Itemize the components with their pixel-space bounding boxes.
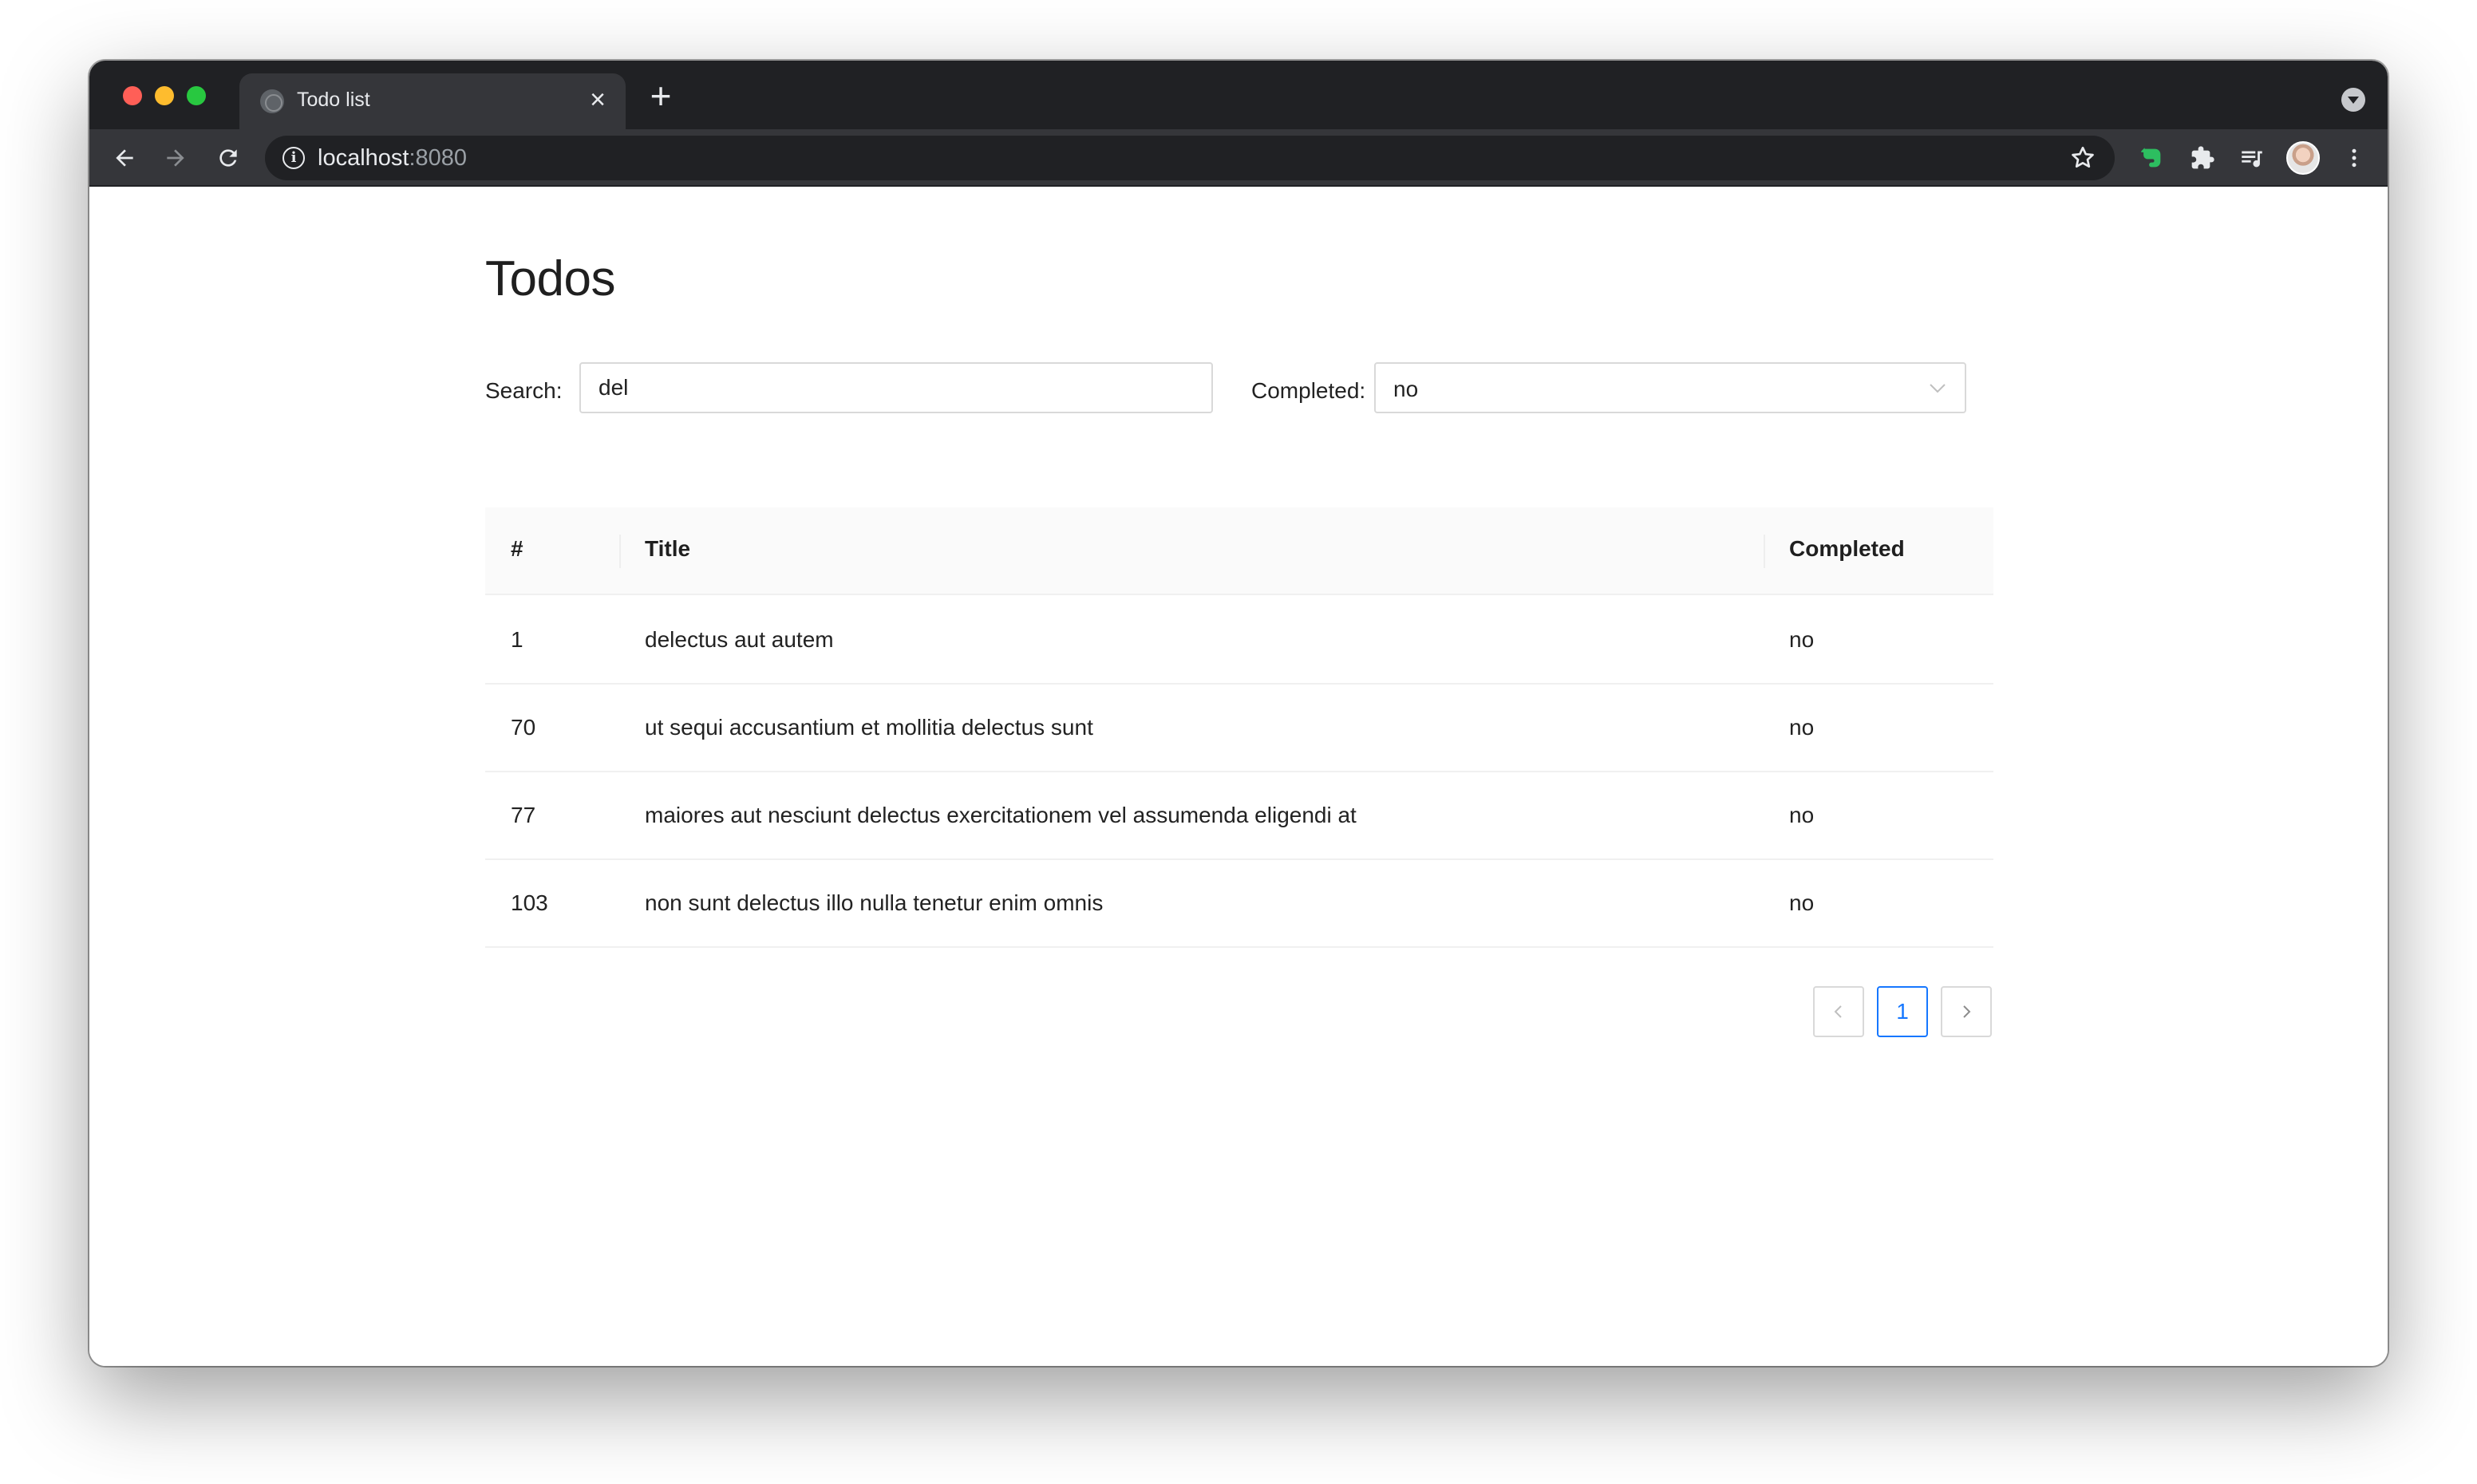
puzzle-icon[interactable] (2185, 140, 2220, 176)
tab-title: Todo list (297, 89, 370, 111)
forward-arrow-icon[interactable] (156, 139, 195, 177)
pagination-next-button[interactable] (1941, 986, 1992, 1037)
star-icon[interactable] (2068, 144, 2097, 172)
table-row[interactable]: 103 non sunt delectus illo nulla tenetur… (485, 860, 1993, 948)
table-row[interactable]: 77 maiores aut nesciunt delectus exercit… (485, 772, 1993, 860)
browser-window: Todo list × + i localhost:8080 Todos Sea… (89, 61, 2388, 1366)
row-id: 103 (511, 890, 548, 915)
page-content: Todos Search: Completed: no # Title Comp… (89, 187, 2388, 1366)
profile-avatar[interactable] (2285, 140, 2321, 176)
row-completed: no (1789, 715, 1815, 740)
pagination-prev-button[interactable] (1813, 986, 1864, 1037)
search-input[interactable] (579, 362, 1213, 413)
browser-toolbar: i localhost:8080 (89, 129, 2388, 187)
completed-select-value: no (1393, 377, 1419, 401)
row-completed: no (1789, 627, 1815, 652)
tab-search-dropdown-icon[interactable] (2341, 88, 2365, 112)
close-window-button[interactable] (123, 86, 142, 105)
back-arrow-icon[interactable] (105, 139, 144, 177)
minimize-window-button[interactable] (155, 86, 174, 105)
tab-close-icon[interactable]: × (584, 86, 611, 113)
column-header-id[interactable]: # (511, 536, 523, 562)
table-row[interactable]: 1 delectus aut autem no (485, 597, 1993, 685)
row-title: delectus aut autem (645, 627, 834, 652)
maximize-window-button[interactable] (187, 86, 206, 105)
completed-select[interactable]: no (1374, 362, 1966, 413)
globe-icon (260, 89, 284, 113)
row-id: 70 (511, 715, 536, 740)
info-icon[interactable]: i (282, 147, 305, 169)
address-bar[interactable]: i localhost:8080 (265, 136, 2115, 180)
row-id: 77 (511, 803, 536, 827)
column-divider (619, 535, 621, 568)
row-title: ut sequi accusantium et mollitia delectu… (645, 715, 1093, 740)
media-control-icon[interactable] (2234, 140, 2270, 176)
row-completed: no (1789, 803, 1815, 827)
row-id: 1 (511, 627, 523, 652)
pagination-page-1[interactable]: 1 (1877, 986, 1928, 1037)
row-completed: no (1789, 890, 1815, 915)
completed-label: Completed: (1251, 378, 1366, 403)
column-header-title[interactable]: Title (645, 536, 690, 562)
reload-icon[interactable] (209, 139, 247, 177)
kebab-menu-icon[interactable] (2337, 140, 2372, 176)
tab-strip: Todo list × + (89, 61, 2388, 129)
evernote-icon[interactable] (2134, 140, 2169, 176)
column-header-completed[interactable]: Completed (1789, 536, 1905, 562)
table-header: # Title Completed (485, 507, 1993, 595)
column-divider (1764, 535, 1765, 568)
page-title: Todos (485, 251, 615, 306)
chevron-down-icon (1928, 380, 1947, 396)
new-tab-button[interactable]: + (643, 77, 678, 115)
row-title: non sunt delectus illo nulla tenetur eni… (645, 890, 1104, 915)
browser-tab[interactable]: Todo list × (239, 73, 626, 129)
search-label: Search: (485, 378, 563, 403)
url-text[interactable]: localhost:8080 (318, 145, 467, 172)
table-row[interactable]: 70 ut sequi accusantium et mollitia dele… (485, 685, 1993, 772)
row-title: maiores aut nesciunt delectus exercitati… (645, 803, 1357, 827)
